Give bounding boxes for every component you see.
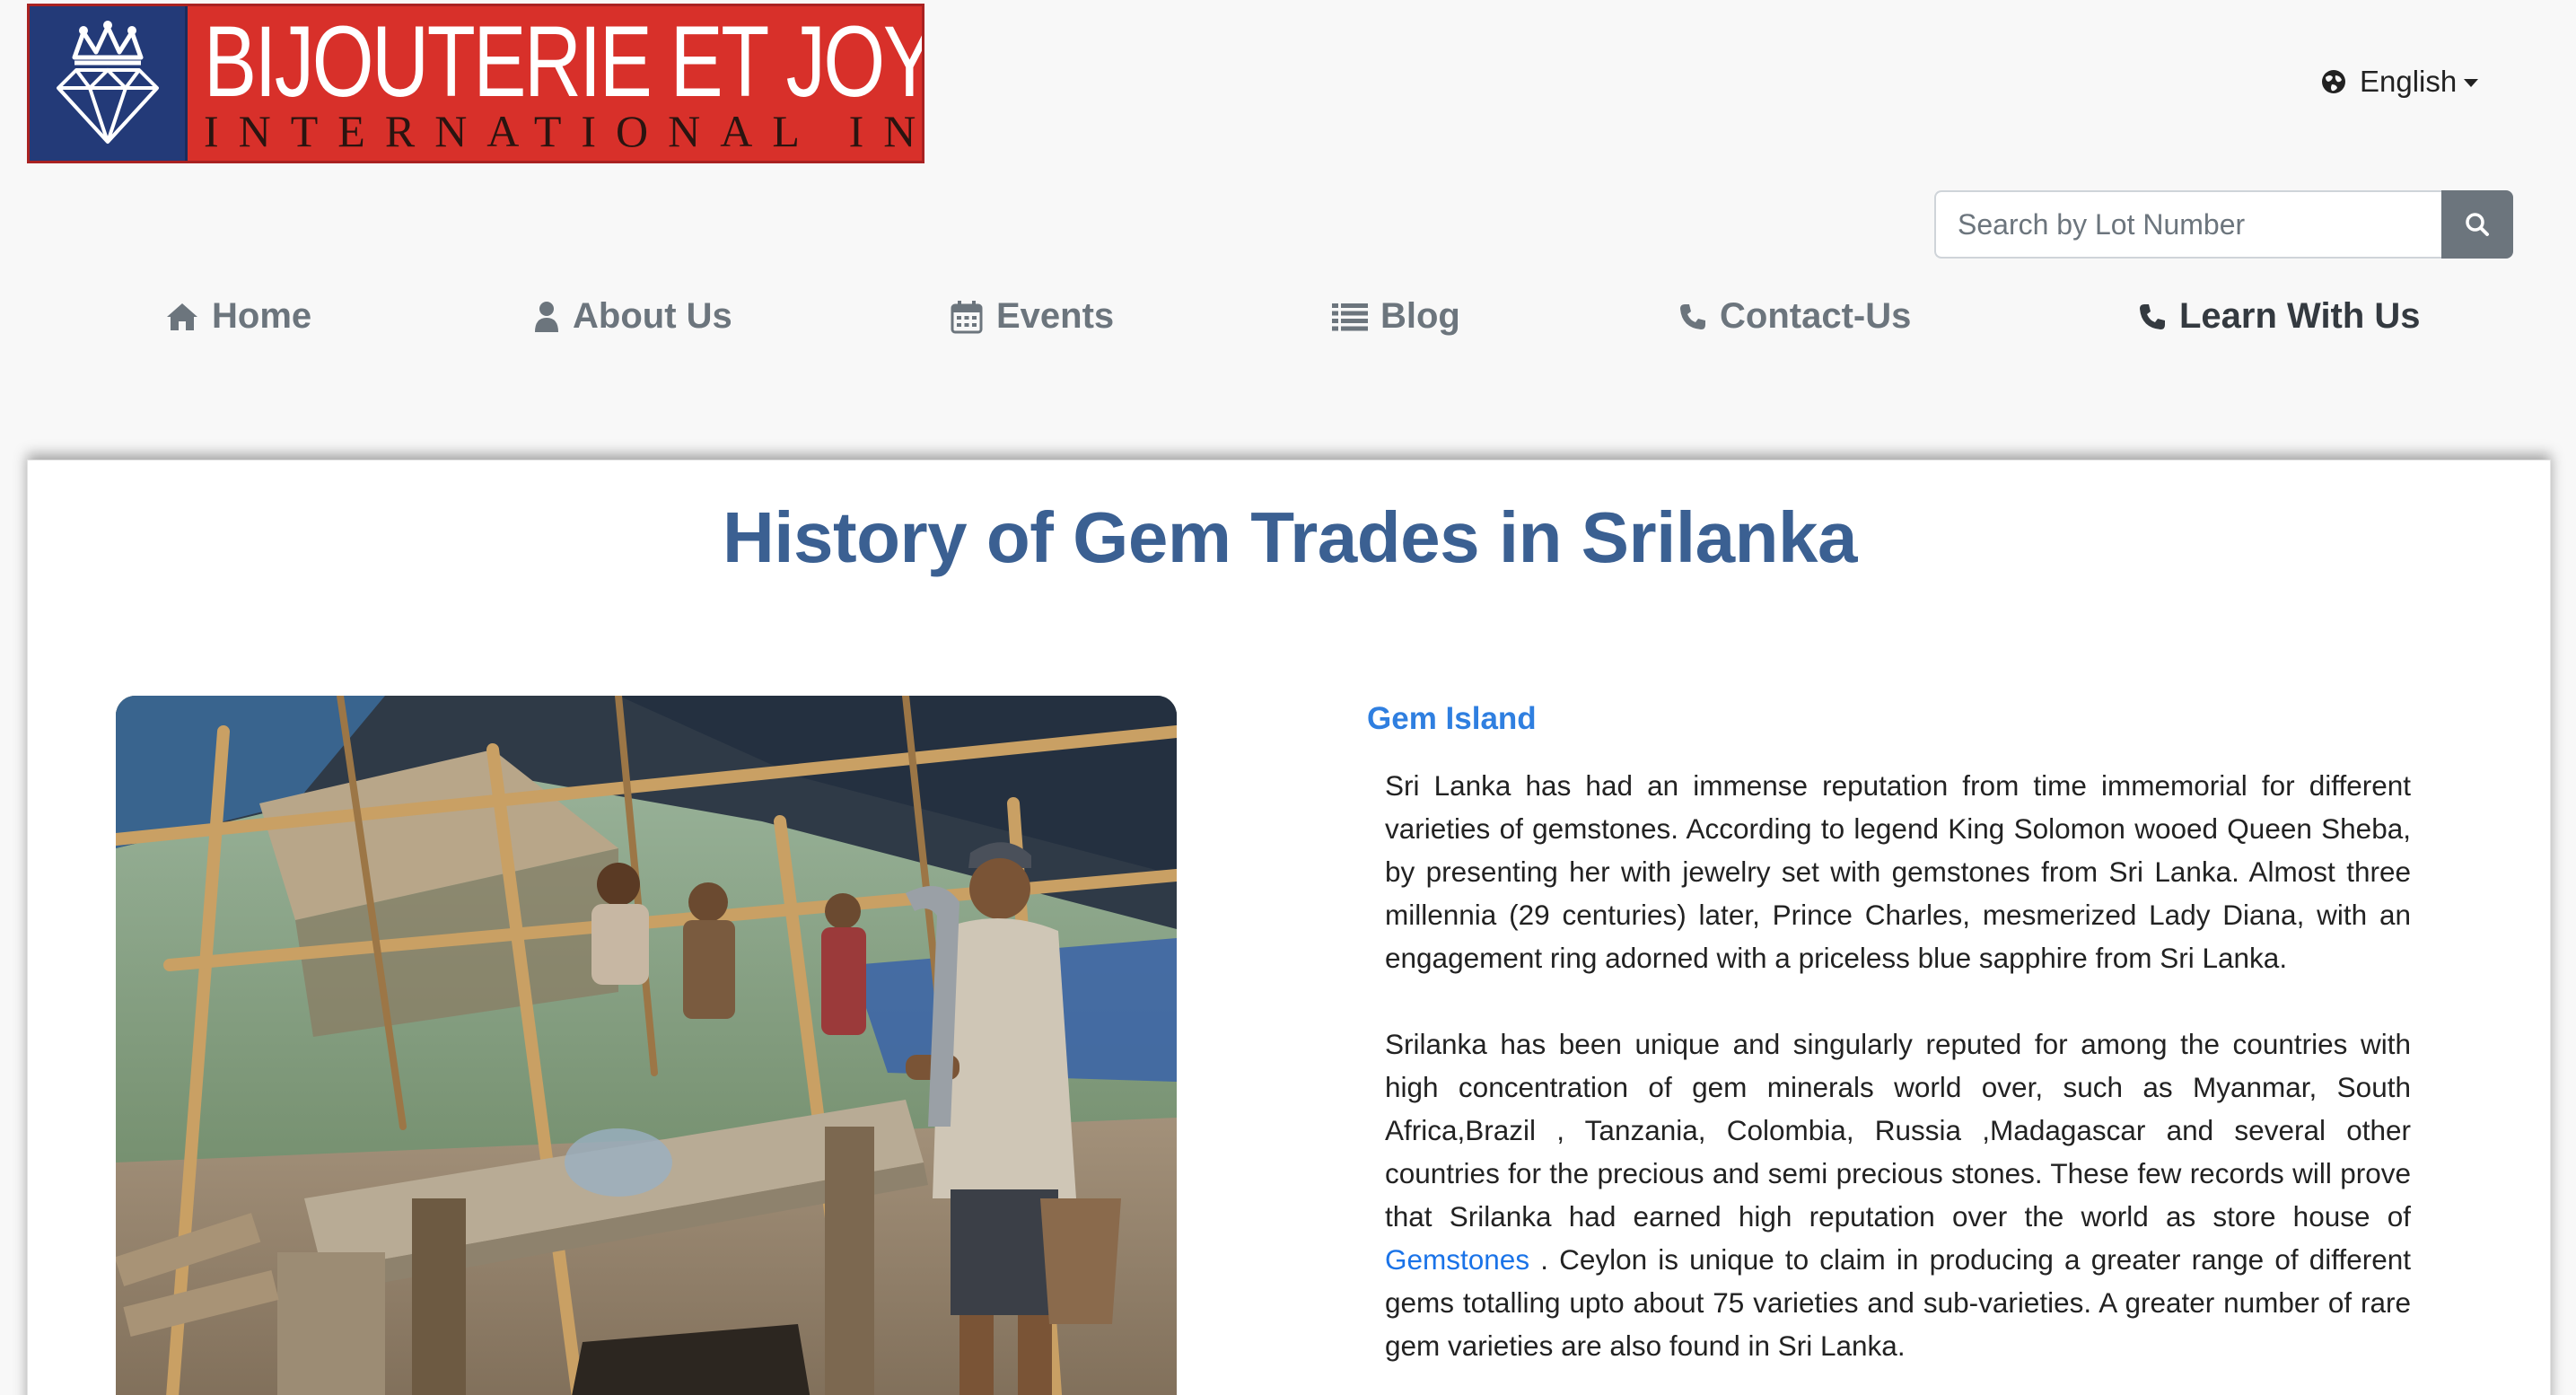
lot-search [1934,190,2513,259]
nav-events[interactable]: Events [950,296,1114,337]
search-button[interactable] [2441,190,2513,259]
main-nav: Home About Us Events Blog Contact-Us Lea… [0,296,2576,350]
article-paragraph: Srilanka has been unique and singularly … [1385,1022,2411,1367]
search-input[interactable] [1934,190,2441,259]
nav-events-label: Events [996,296,1115,336]
nav-contact[interactable]: Contact-Us [1678,296,1911,337]
user-icon [535,301,558,332]
nav-about-label: About Us [573,296,732,336]
article-text: Srilanka has been unique and singularly … [1385,1028,2411,1233]
phone-icon [1680,303,1705,329]
globe-icon [2322,70,2345,93]
home-icon [167,303,197,330]
diamond-crown-icon [30,6,188,161]
brand-wordmark: BIJOUTERIE ET JOYAUX INTERNATIONAL INC. [188,6,922,161]
gem-mining-photo [116,696,1177,1395]
nav-learn-label: Learn With Us [2179,296,2421,336]
page-title: History of Gem Trades in Srilanka [723,497,1857,577]
phone-icon [2140,303,2165,329]
language-label: English [2360,65,2458,98]
nav-contact-label: Contact-Us [1720,296,1912,336]
content-card: History of Gem Trades in Srilanka Gem Is… [27,460,2551,1395]
brand-logo[interactable]: BIJOUTERIE ET JOYAUX INTERNATIONAL INC. [27,4,924,163]
gemstones-link[interactable]: Gemstones [1385,1243,1529,1276]
caret-down-icon [2464,78,2479,87]
nav-home-label: Home [212,296,312,336]
language-dropdown[interactable]: English [2320,65,2479,99]
nav-learn[interactable]: Learn With Us [2138,296,2421,337]
nav-about[interactable]: About Us [533,296,732,337]
nav-home[interactable]: Home [165,296,311,337]
article-body: Sri Lanka has had an immense reputation … [1385,764,2411,1395]
nav-blog[interactable]: Blog [1332,296,1460,337]
section-title: Gem Island [1367,701,1537,736]
article-paragraph: Sri Lanka has had an immense reputation … [1385,769,2411,974]
calendar-icon [951,300,983,333]
brand-name: BIJOUTERIE ET JOYAUX [204,6,922,118]
search-icon [2466,213,2489,236]
article-text: . Ceylon is unique to claim in producing… [1385,1243,2411,1362]
list-icon [1332,303,1368,330]
nav-blog-label: Blog [1380,296,1460,336]
